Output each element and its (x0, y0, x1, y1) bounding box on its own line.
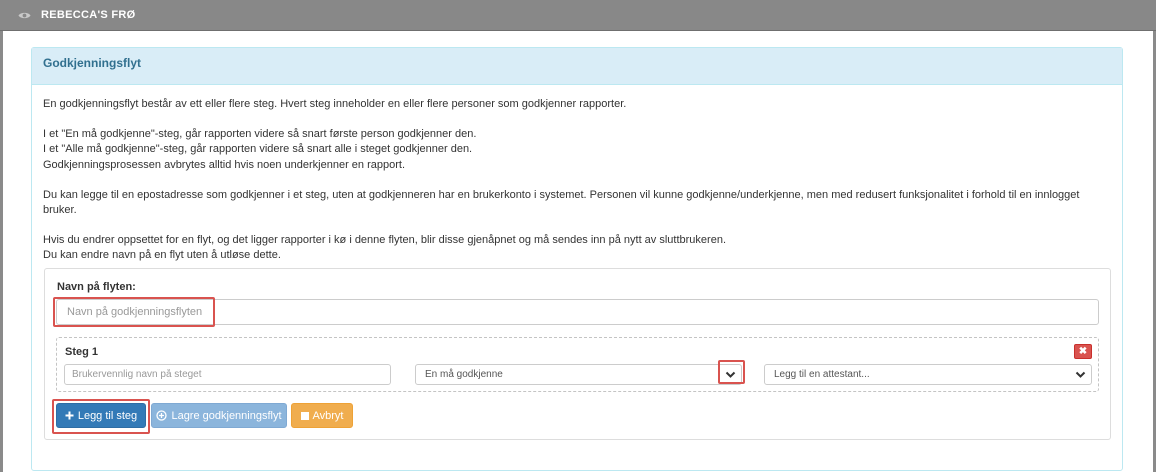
intro-line-all-must-approve: I et "Alle må godkjenne"-steg, går rappo… (43, 143, 473, 156)
add-step-button[interactable]: Legg til steg (56, 403, 146, 428)
attestant-select[interactable]: Legg til en attestant... (764, 364, 1092, 385)
approval-type-select[interactable]: En må godkjenne (415, 364, 742, 385)
plus-icon (65, 411, 74, 420)
intro-line-reopen: Hvis du endrer oppsettet for en flyt, og… (43, 234, 726, 247)
chevron-down-icon[interactable] (1075, 369, 1086, 380)
intro-line-rejection: Godkjenningsprosessen avbrytes alltid hv… (43, 158, 405, 171)
step-title: Steg 1 (65, 346, 99, 358)
flow-form: Navn på flyten: Steg 1 ✖ En må godkjenne… (44, 268, 1111, 440)
plus-circle-icon (156, 410, 168, 421)
intro-paragraph-1: En godkjenningsflyt består av ett eller … (43, 98, 627, 110)
add-step-label: Legg til steg (77, 409, 138, 422)
panel-heading: Godkjenningsflyt (32, 48, 1122, 85)
intro-line-rename: Du kan endre navn på en flyt uten å utlø… (43, 249, 281, 262)
flow-name-input[interactable] (56, 299, 1099, 325)
step-1-container: Steg 1 ✖ En må godkjenne Legg til en att… (56, 337, 1099, 392)
stop-icon (300, 411, 309, 420)
close-icon: ✖ (1078, 346, 1088, 357)
approval-type-value: En må godkjenne (425, 369, 503, 380)
save-flow-button[interactable]: Lagre godkjenningsflyt (151, 403, 287, 428)
save-flow-label: Lagre godkjenningsflyt (171, 409, 282, 422)
intro-paragraph-email: Du kan legge til en epostadresse som god… (43, 188, 1080, 217)
window-frame-left (0, 0, 3, 472)
cancel-button[interactable]: Avbryt (291, 403, 353, 428)
remove-step-button[interactable]: ✖ (1074, 344, 1092, 359)
eye-icon (18, 8, 32, 22)
company-title: REBECCA'S FRØ (41, 9, 136, 21)
flow-name-label: Navn på flyten: (57, 281, 136, 293)
intro-text: En godkjenningsflyt består av ett eller … (43, 97, 1113, 264)
intro-line-one-must-approve: I et "En må godkjenne"-steg, går rapport… (43, 128, 477, 141)
cancel-label: Avbryt (312, 409, 344, 422)
chevron-down-icon[interactable] (725, 369, 736, 380)
approval-flow-panel: Godkjenningsflyt En godkjenningsflyt bes… (31, 47, 1123, 471)
attestant-value: Legg til en attestant... (774, 369, 870, 380)
step-name-input[interactable] (64, 364, 391, 385)
top-bar: REBECCA'S FRØ (0, 0, 1156, 31)
